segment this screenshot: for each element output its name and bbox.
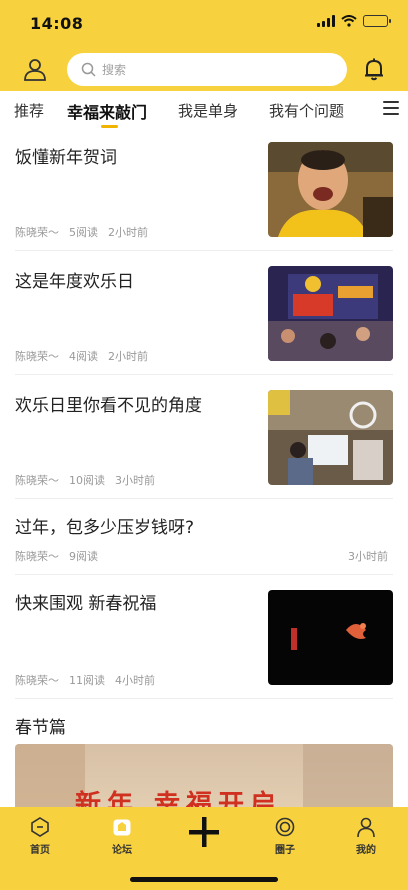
nav-mine[interactable]: 我的 <box>336 816 396 856</box>
section-banner[interactable]: 新年 幸福开启 <box>15 744 393 814</box>
article-time: 2小时前 <box>108 350 148 363</box>
search-icon <box>81 62 96 77</box>
plus-icon[interactable] <box>186 814 222 850</box>
nav-label: 我的 <box>356 845 376 856</box>
forum-icon <box>113 819 131 836</box>
divider <box>15 250 393 251</box>
nav-label: 圈子 <box>275 845 295 856</box>
article-thumbnail <box>268 142 393 237</box>
tab-happiness[interactable]: 幸福来敲门 <box>67 99 147 123</box>
article-title: 快来围观 新春祝福 <box>15 594 157 614</box>
article-reads: 9阅读 <box>69 550 98 563</box>
profile-icon[interactable] <box>22 56 48 82</box>
nav-label: 论坛 <box>112 845 132 856</box>
article-author: 陈晓荣～ <box>15 350 59 363</box>
article-meta: 陈晓荣～ 11阅读 4小时前 <box>15 672 155 688</box>
cellular-signal-icon <box>317 15 335 27</box>
article-reads: 4阅读 <box>69 350 98 363</box>
article-meta: 陈晓荣～ 4阅读 2小时前 <box>15 348 148 364</box>
article-meta: 陈晓荣～ 10阅读 3小时前 <box>15 472 155 488</box>
active-tab-indicator <box>101 125 118 128</box>
article-thumbnail <box>268 390 393 485</box>
article-reads: 5阅读 <box>69 226 98 239</box>
nav-forum[interactable]: 论坛 <box>92 816 152 856</box>
tab-recommend[interactable]: 推荐 <box>14 100 44 121</box>
nav-label: 首页 <box>30 845 50 856</box>
article-reads: 10阅读 <box>69 474 105 487</box>
article-time: 3小时前 <box>115 474 155 487</box>
article-time: 2小时前 <box>108 226 148 239</box>
battery-icon <box>363 15 391 27</box>
article-author: 陈晓荣～ <box>15 550 59 563</box>
divider <box>15 374 393 375</box>
article-author: 陈晓荣～ <box>15 474 59 487</box>
article-title: 饭懂新年贺词 <box>15 148 117 168</box>
home-icon <box>31 817 49 837</box>
search-bar[interactable] <box>67 53 347 86</box>
article-meta: 陈晓荣～ 9阅读 <box>15 548 98 564</box>
article-time: 3小时前 <box>348 550 388 563</box>
article-reads: 11阅读 <box>69 674 105 687</box>
profile-icon <box>357 817 375 838</box>
wifi-icon <box>341 15 357 27</box>
tab-question[interactable]: 我有个问题 <box>269 100 344 121</box>
menu-icon[interactable] <box>383 101 399 115</box>
circle-icon <box>275 817 295 837</box>
divider <box>15 498 393 499</box>
section-title: 春节篇 <box>15 718 66 738</box>
article-thumbnail <box>268 590 393 685</box>
article-title: 过年，包多少压岁钱呀? <box>15 518 195 538</box>
nav-home[interactable]: 首页 <box>10 816 70 856</box>
article-time: 4小时前 <box>115 674 155 687</box>
home-indicator <box>130 877 278 882</box>
search-input[interactable] <box>102 62 302 77</box>
status-time: 14:08 <box>30 14 84 33</box>
article-title: 这是年度欢乐日 <box>15 272 134 292</box>
status-icons <box>317 15 391 27</box>
divider <box>15 698 393 699</box>
article-author: 陈晓荣～ <box>15 674 59 687</box>
article-title: 欢乐日里你看不见的角度 <box>15 396 202 416</box>
article-author: 陈晓荣～ <box>15 226 59 239</box>
article-thumbnail <box>268 266 393 361</box>
article-meta: 陈晓荣～ 5阅读 2小时前 <box>15 224 148 240</box>
bell-icon[interactable] <box>361 56 387 82</box>
tab-single[interactable]: 我是单身 <box>178 100 238 121</box>
nav-circle[interactable]: 圈子 <box>255 816 315 856</box>
top-header: 14:08 <box>0 0 408 91</box>
category-tabs: 推荐 幸福来敲门 我是单身 我有个问题 <box>0 91 408 129</box>
divider <box>15 574 393 575</box>
